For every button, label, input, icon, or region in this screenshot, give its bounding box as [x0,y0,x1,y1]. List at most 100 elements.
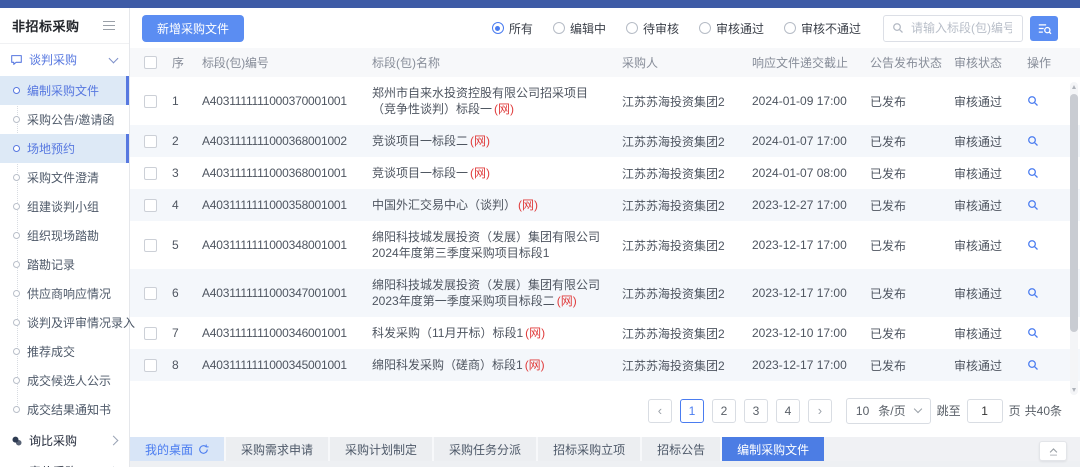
page-button[interactable]: 3 [744,399,768,423]
workspace-tab[interactable]: 编制采购文件 [722,437,824,461]
checkbox-cell [144,135,172,148]
bullet-icon [13,116,20,123]
workspace-tab[interactable]: 招标公告 [642,437,722,461]
table-row[interactable]: 4A4031111111000358001001中国外汇交易中心（谈判）(网)江… [130,189,1080,221]
row-seq: 8 [172,358,202,372]
view-icon[interactable] [1027,239,1039,251]
sidebar-item[interactable]: 谈判及评审情况录入 [0,308,129,337]
filter-label: 审核不通过 [801,20,861,37]
net-tag: (网) [557,294,577,308]
table-row[interactable]: 1A4031111111000370001001郑州市自来水投资控股有限公司招采… [130,77,1080,125]
operation-cell [1027,359,1061,371]
page-button[interactable]: 1 [680,399,704,423]
table-row[interactable]: 8A4031111111000345001001绵阳科发采购（磋商）标段1(网)… [130,349,1080,381]
sidebar-item-label: 组织现场踏勘 [27,227,99,244]
prev-page-button[interactable]: ‹ [648,399,672,423]
menu-collapse-icon[interactable] [101,19,117,33]
sidebar-item[interactable]: 踏勘记录 [0,250,129,279]
row-checkbox[interactable] [144,135,157,148]
row-checkbox[interactable] [144,287,157,300]
table-row[interactable]: 5A4031111111000348001001绵阳科技城发展投资（发展）集团有… [130,221,1080,269]
advanced-search-button[interactable] [1030,16,1058,41]
operation-cell [1027,287,1061,299]
sidebar-item[interactable]: 场地预约 [0,134,129,163]
view-icon[interactable] [1027,199,1039,211]
table-scrollbar[interactable] [1070,82,1078,395]
jump-page-input[interactable] [967,399,1003,423]
filter-radio[interactable]: 审核不通过 [784,20,861,37]
workspace-tab[interactable]: 我的桌面 [130,437,226,461]
sidebar-group[interactable]: 竞价采购 [0,456,129,467]
sidebar-item-label: 供应商响应情况 [27,285,111,302]
view-icon[interactable] [1027,287,1039,299]
row-checkbox[interactable] [144,167,157,180]
row-checkbox[interactable] [144,239,157,252]
sidebar-item[interactable]: 组建谈判小组 [0,192,129,221]
sidebar-item[interactable]: 采购公告/邀请函 [0,105,129,134]
row-seq: 5 [172,238,202,252]
row-audit-status: 审核通过 [954,237,1027,254]
bullet-icon [13,290,20,297]
row-checkbox[interactable] [144,199,157,212]
sidebar-item[interactable]: 组织现场踏勘 [0,221,129,250]
bullet-icon [13,87,20,94]
view-icon[interactable] [1027,327,1039,339]
column-header: 标段(包)名称 [372,55,622,71]
row-publish-status: 已发布 [870,357,954,374]
scrollbar-thumb[interactable] [1070,94,1078,332]
search-input[interactable] [909,20,1014,36]
view-icon[interactable] [1027,359,1039,371]
toolbar: 新增采购文件 所有 编辑中 待审核 审核通过 审核不通过 [130,8,1080,48]
table-row[interactable]: 6A4031111111000347001001绵阳科技城发展投资（发展）集团有… [130,269,1080,317]
sidebar-group-label: 竞价采购 [29,463,104,467]
sidebar-group[interactable]: 询比采购 [0,425,129,456]
row-publish-status: 已发布 [870,165,954,182]
sidebar-item[interactable]: 供应商响应情况 [0,279,129,308]
collapse-corner-button[interactable] [1039,441,1067,461]
table-row[interactable]: 7A4031111111000346001001科发采购（11月开标）标段1(网… [130,317,1080,349]
table-row[interactable]: 2A4031111111000368001002竞谈项目一标段二(网)江苏苏海投… [130,125,1080,157]
tab-label: 采购任务分派 [449,441,521,458]
sidebar-item[interactable]: 采购文件澄清 [0,163,129,192]
sidebar-item[interactable]: 成交候选人公示 [0,366,129,395]
view-icon[interactable] [1027,167,1039,179]
view-icon[interactable] [1027,135,1039,147]
filter-label: 所有 [509,20,533,37]
sidebar-item[interactable]: 成交结果通知书 [0,395,129,424]
row-checkbox[interactable] [144,359,157,372]
select-all-checkbox[interactable] [144,56,157,69]
sidebar-group-negotiation[interactable]: 谈判采购 [0,44,129,75]
app-screen: 非招标采购 谈判采购 编制采购文件采购公告/邀请函场地预约采购文件澄清组建谈判小… [0,0,1080,467]
workspace-tab[interactable]: 采购需求申请 [226,437,330,461]
row-checkbox[interactable] [144,327,157,340]
row-publish-status: 已发布 [870,133,954,150]
workspace-tab[interactable]: 招标采购立项 [538,437,642,461]
sidebar-item-label: 谈判及评审情况录入 [27,314,135,331]
sidebar-item-label: 成交结果通知书 [27,401,111,418]
operation-cell [1027,167,1061,179]
next-page-button[interactable]: › [808,399,832,423]
sidebar-item-label: 成交候选人公示 [27,372,111,389]
add-document-button[interactable]: 新增采购文件 [142,15,244,42]
row-buyer: 江苏苏海投资集团2 [622,133,752,150]
filter-radio[interactable]: 待审核 [626,20,679,37]
workspace-tab[interactable]: 采购任务分派 [434,437,538,461]
filter-radio[interactable]: 编辑中 [553,20,606,37]
page-size-select[interactable]: 10条/页 [846,398,931,424]
sidebar-item[interactable]: 推荐成交 [0,337,129,366]
row-buyer: 江苏苏海投资集团2 [622,237,752,254]
table-row[interactable]: 3A4031111111000368001001竞谈项目一标段一(网)江苏苏海投… [130,157,1080,189]
view-icon[interactable] [1027,95,1039,107]
row-deadline: 2024-01-07 17:00 [752,134,870,148]
net-tag: (网) [470,134,490,148]
workspace-tab[interactable]: 采购计划制定 [330,437,434,461]
checkbox-cell [144,287,172,300]
page-button[interactable]: 4 [776,399,800,423]
tab-label: 招标采购立项 [553,441,625,458]
page-button[interactable]: 2 [712,399,736,423]
sidebar-item[interactable]: 编制采购文件 [0,76,129,105]
row-checkbox[interactable] [144,95,157,108]
filter-radio[interactable]: 审核通过 [699,20,764,37]
row-publish-status: 已发布 [870,325,954,342]
filter-radio[interactable]: 所有 [492,20,533,37]
